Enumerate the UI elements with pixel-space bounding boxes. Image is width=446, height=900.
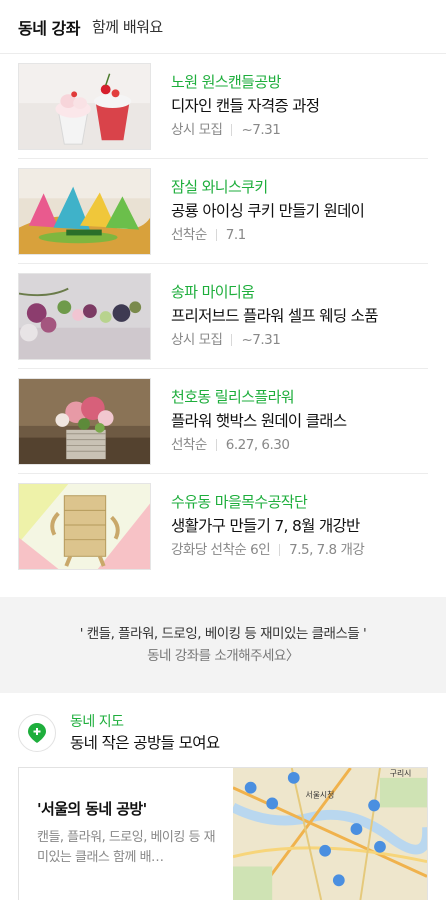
map-pin-icon <box>28 723 46 743</box>
class-meta: 강화당 선착순 6인 7.5, 7.8 개강 <box>171 538 365 562</box>
class-location[interactable]: 노원 원스캔들공방 <box>171 71 319 94</box>
map-thumbnail[interactable]: 서울시청 구리시 <box>233 768 427 900</box>
class-name[interactable]: 프리저브드 플라워 셀프 웨딩 소품 <box>171 304 378 328</box>
class-meta-status: 선착순 <box>171 226 207 243</box>
class-meta-date: ~7.31 <box>241 121 281 138</box>
promo-banner[interactable]: ' 캔들, 플라워, 드로잉, 베이킹 등 재미있는 클래스들 ' 동네 강좌를… <box>0 597 446 693</box>
class-item[interactable]: 잠실 와니스쿠키 공룡 아이싱 쿠키 만들기 원데이 선착순 7.1 <box>18 159 428 264</box>
class-meta: 상시 모집 ~7.31 <box>171 118 319 142</box>
class-name[interactable]: 생활가구 만들기 7, 8월 개강반 <box>171 514 364 538</box>
class-thumbnail[interactable] <box>18 377 151 465</box>
promo-link[interactable]: 동네 강좌를 소개해주세요〉 <box>147 645 299 667</box>
class-info: 천호동 릴리스플라워 플라워 햇박스 원데이 클래스 선착순 6.27, 6.3… <box>171 386 347 457</box>
class-thumbnail[interactable] <box>18 483 151 570</box>
map-card-description: 캔들, 플라워, 드로잉, 베이킹 등 재미있는 클래스 함께 배… <box>37 830 216 865</box>
promo-text: ' 캔들, 플라워, 드로잉, 베이킹 등 재미있는 클래스들 ' <box>79 626 367 642</box>
class-list: 노원 원스캔들공방 디자인 캔들 자격증 과정 상시 모집 ~7.31 잠실 와… <box>0 54 446 579</box>
map-subtitle[interactable]: 동네 작은 공방들 모여요 <box>70 732 220 754</box>
section-header: 동네 강좌 함께 배워요 <box>0 0 446 54</box>
map-label[interactable]: 동네 지도 <box>70 712 220 732</box>
meta-divider <box>231 123 233 136</box>
class-name[interactable]: 디자인 캔들 자격증 과정 <box>171 94 320 118</box>
map-label-guri: 구리시 <box>390 769 412 778</box>
class-thumbnail[interactable] <box>18 272 151 360</box>
class-name[interactable]: 플라워 햇박스 원데이 클래스 <box>171 409 347 433</box>
class-meta-status: 강화당 선착순 6인 <box>171 542 271 558</box>
class-thumbnail[interactable] <box>18 167 151 255</box>
class-location[interactable]: 잠실 와니스쿠키 <box>171 176 364 199</box>
map-card-title[interactable]: '서울의 동네 공방' <box>37 798 233 820</box>
class-meta: 선착순 7.1 <box>171 223 364 247</box>
class-meta-status: 선착순 <box>171 436 207 453</box>
class-item[interactable]: 송파 마이디움 프리저브드 플라워 셀프 웨딩 소품 상시 모집 ~7.31 <box>18 264 428 369</box>
class-info: 수유동 마을목수공작단 생활가구 만들기 7, 8월 개강반 강화당 선착순 6… <box>171 491 365 562</box>
class-thumbnail[interactable] <box>18 62 151 150</box>
meta-divider <box>215 228 217 241</box>
map-header[interactable]: 동네 지도 동네 작은 공방들 모여요 <box>18 709 428 757</box>
class-name[interactable]: 공룡 아이싱 쿠키 만들기 원데이 <box>171 199 365 223</box>
class-meta-date: 7.1 <box>225 226 246 243</box>
map-pin-badge <box>18 714 56 752</box>
class-meta-status: 상시 모집 <box>171 121 223 138</box>
class-meta: 선착순 6.27, 6.30 <box>171 433 346 457</box>
class-info: 잠실 와니스쿠키 공룡 아이싱 쿠키 만들기 원데이 선착순 7.1 <box>171 176 365 247</box>
section-title: 동네 강좌 <box>18 18 80 38</box>
map-card-text: '서울의 동네 공방' 캔들, 플라워, 드로잉, 베이킹 등 재미있는 클래스… <box>19 768 233 900</box>
class-meta-date: 6.27, 6.30 <box>225 436 290 453</box>
class-meta-date: 7.5, 7.8 개강 <box>289 542 365 558</box>
map-card[interactable]: '서울의 동네 공방' 캔들, 플라워, 드로잉, 베이킹 등 재미있는 클래스… <box>18 767 428 900</box>
meta-divider <box>231 333 233 346</box>
class-info: 송파 마이디움 프리저브드 플라워 셀프 웨딩 소품 상시 모집 ~7.31 <box>171 281 378 352</box>
class-item[interactable]: 노원 원스캔들공방 디자인 캔들 자격증 과정 상시 모집 ~7.31 <box>18 54 428 159</box>
class-meta: 상시 모집 ~7.31 <box>171 328 378 352</box>
class-location[interactable]: 천호동 릴리스플라워 <box>171 386 346 409</box>
meta-divider <box>279 544 281 556</box>
meta-divider <box>215 438 217 451</box>
map-label-city-hall: 서울시청 <box>306 791 335 800</box>
map-section: 동네 지도 동네 작은 공방들 모여요 '서울의 동네 공방' 캔들, 플라워,… <box>0 693 446 900</box>
class-item[interactable]: 수유동 마을목수공작단 생활가구 만들기 7, 8월 개강반 강화당 선착순 6… <box>18 474 428 579</box>
class-location[interactable]: 수유동 마을목수공작단 <box>171 491 364 514</box>
section-subtitle: 함께 배워요 <box>91 18 163 36</box>
class-meta-status: 상시 모집 <box>171 331 223 348</box>
class-location[interactable]: 송파 마이디움 <box>171 281 378 304</box>
class-meta-date: ~7.31 <box>241 331 281 348</box>
class-info: 노원 원스캔들공방 디자인 캔들 자격증 과정 상시 모집 ~7.31 <box>171 71 320 142</box>
class-item[interactable]: 천호동 릴리스플라워 플라워 햇박스 원데이 클래스 선착순 6.27, 6.3… <box>18 369 428 474</box>
